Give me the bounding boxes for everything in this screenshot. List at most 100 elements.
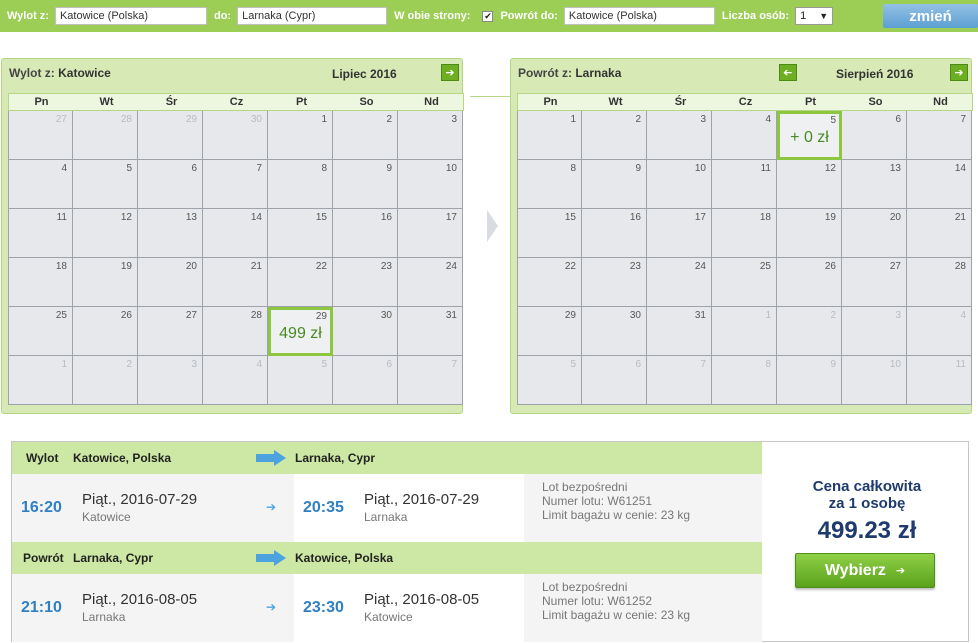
calendar-day[interactable]: 24 <box>647 258 712 307</box>
calendar-day[interactable]: 4 <box>8 160 73 209</box>
baggage-limit: Limit bagażu w cenie: 23 kg <box>542 508 691 522</box>
calendar-day[interactable]: 7 <box>907 111 972 160</box>
next-month-button[interactable]: ➔ <box>441 64 459 81</box>
day-number: 28 <box>120 114 132 125</box>
calendar-day[interactable]: 22 <box>517 258 582 307</box>
day-number: 8 <box>765 359 771 370</box>
calendar-day[interactable]: 27 <box>842 258 907 307</box>
calendar-day[interactable]: 21 <box>203 258 268 307</box>
calendar-day[interactable]: 22 <box>268 258 333 307</box>
calendar-day[interactable]: 6 <box>138 160 203 209</box>
calendar-day: 7 <box>647 356 712 405</box>
calendar-day[interactable]: 14 <box>907 160 972 209</box>
calendar-day[interactable]: 11 <box>712 160 777 209</box>
to-field[interactable]: Larnaka (Cypr) <box>237 7 388 25</box>
calendar-day[interactable]: 31 <box>647 307 712 356</box>
calendar-day[interactable]: 2 <box>582 111 647 160</box>
calendar-day[interactable]: 30 <box>333 307 398 356</box>
calendar-day[interactable]: 5 <box>73 160 138 209</box>
total-price-title: Cena całkowita za 1 osobę <box>772 478 962 512</box>
calendar-day[interactable]: 28 <box>203 307 268 356</box>
calendar-day[interactable]: 17 <box>647 209 712 258</box>
calendar-day[interactable]: 21 <box>907 209 972 258</box>
day-number: 3 <box>451 114 457 125</box>
prev-month-button[interactable]: ➔ <box>779 64 797 81</box>
dropdown-arrow-icon: ▼ <box>819 11 829 21</box>
calendar-day[interactable]: 7 <box>203 160 268 209</box>
total-price: 499.23 zł <box>817 517 917 544</box>
calendar-day[interactable]: 3 <box>647 111 712 160</box>
calendar-day[interactable]: 1 <box>517 111 582 160</box>
calendar-day[interactable]: 16 <box>582 209 647 258</box>
calendar-day[interactable]: 17 <box>398 209 463 258</box>
weekday-header: Śr <box>165 96 178 108</box>
persons-select[interactable]: 1 ▼ <box>795 7 834 25</box>
calendar-day: 4 <box>907 307 972 356</box>
calendar-day[interactable]: 10 <box>398 160 463 209</box>
calendar-day: 2 <box>777 307 842 356</box>
calendar-day[interactable]: 24 <box>398 258 463 307</box>
calendar-day[interactable]: 13 <box>842 160 907 209</box>
calendar-day[interactable]: 13 <box>138 209 203 258</box>
calendar-day[interactable]: 30 <box>582 307 647 356</box>
day-number: 1 <box>765 310 771 321</box>
flight-summary: Wylot Katowice, Polska Larnaka, Cypr 16:… <box>11 441 969 642</box>
day-number: 22 <box>564 261 576 272</box>
calendar-day[interactable]: 23 <box>582 258 647 307</box>
calendar-day-selected[interactable]: 29 499 zł <box>268 307 333 356</box>
calendar-day[interactable]: 8 <box>517 160 582 209</box>
arrival-time: 23:30 <box>303 599 344 616</box>
calendar-day[interactable]: 19 <box>777 209 842 258</box>
calendar-day[interactable]: 3 <box>398 111 463 160</box>
calendar-day[interactable]: 12 <box>73 209 138 258</box>
calendar-day[interactable]: 2 <box>333 111 398 160</box>
calendar-day[interactable]: 19 <box>73 258 138 307</box>
calendar-day[interactable]: 28 <box>907 258 972 307</box>
calendar-day[interactable]: 18 <box>8 258 73 307</box>
calendar-label: Wylot z: <box>9 66 55 80</box>
calendar-day[interactable]: 14 <box>203 209 268 258</box>
change-button[interactable]: zmień <box>883 4 978 28</box>
calendar-day[interactable]: 10 <box>647 160 712 209</box>
calendar-day[interactable]: 20 <box>138 258 203 307</box>
calendar-day[interactable]: 18 <box>712 209 777 258</box>
from-field[interactable]: Katowice (Polska) <box>54 7 207 25</box>
calendar-day[interactable]: 8 <box>268 160 333 209</box>
calendar-day[interactable]: 9 <box>582 160 647 209</box>
calendar-day[interactable]: 31 <box>398 307 463 356</box>
calendar-day[interactable]: 29 <box>517 307 582 356</box>
calendar-day[interactable]: 15 <box>268 209 333 258</box>
day-number: 1 <box>570 114 576 125</box>
date: 2016-07-29 <box>402 491 480 508</box>
baggage-limit: Limit bagażu w cenie: 23 kg <box>542 608 691 622</box>
day-number: 23 <box>380 261 392 272</box>
calendar-day-selected[interactable]: 5 + 0 zł <box>777 111 842 160</box>
select-button[interactable]: Wybierz ➔ <box>795 553 935 588</box>
calendar-day[interactable]: 20 <box>842 209 907 258</box>
calendar-day[interactable]: 26 <box>73 307 138 356</box>
calendar-day[interactable]: 9 <box>333 160 398 209</box>
calendar-day[interactable]: 23 <box>333 258 398 307</box>
day-number: 23 <box>629 261 641 272</box>
calendar-day[interactable]: 15 <box>517 209 582 258</box>
calendar-day[interactable]: 6 <box>842 111 907 160</box>
calendar-day[interactable]: 25 <box>8 307 73 356</box>
date: 2016-07-29 <box>120 491 198 508</box>
day-number: 25 <box>55 310 67 321</box>
calendar-day[interactable]: 26 <box>777 258 842 307</box>
day-price: 499 zł <box>279 325 322 342</box>
calendar-day[interactable]: 4 <box>712 111 777 160</box>
calendar-day[interactable]: 16 <box>333 209 398 258</box>
next-month-button[interactable]: ➔ <box>950 64 968 81</box>
calendar-day[interactable]: 12 <box>777 160 842 209</box>
calendar-day[interactable]: 1 <box>268 111 333 160</box>
return-field[interactable]: Katowice (Polska) <box>563 7 715 25</box>
weekday-row: Pn Wt Śr Cz Pt So Nd <box>8 93 464 111</box>
calendar-day[interactable]: 25 <box>712 258 777 307</box>
calendar-day: 8 <box>712 356 777 405</box>
roundtrip-checkbox[interactable]: ✔ <box>482 10 494 22</box>
calendar-header: Wylot z: Katowice Lipiec 2016 ➔ <box>2 59 462 91</box>
calendar-day[interactable]: 27 <box>138 307 203 356</box>
leg-from: Katowice, Polska <box>73 451 172 465</box>
calendar-day[interactable]: 11 <box>8 209 73 258</box>
